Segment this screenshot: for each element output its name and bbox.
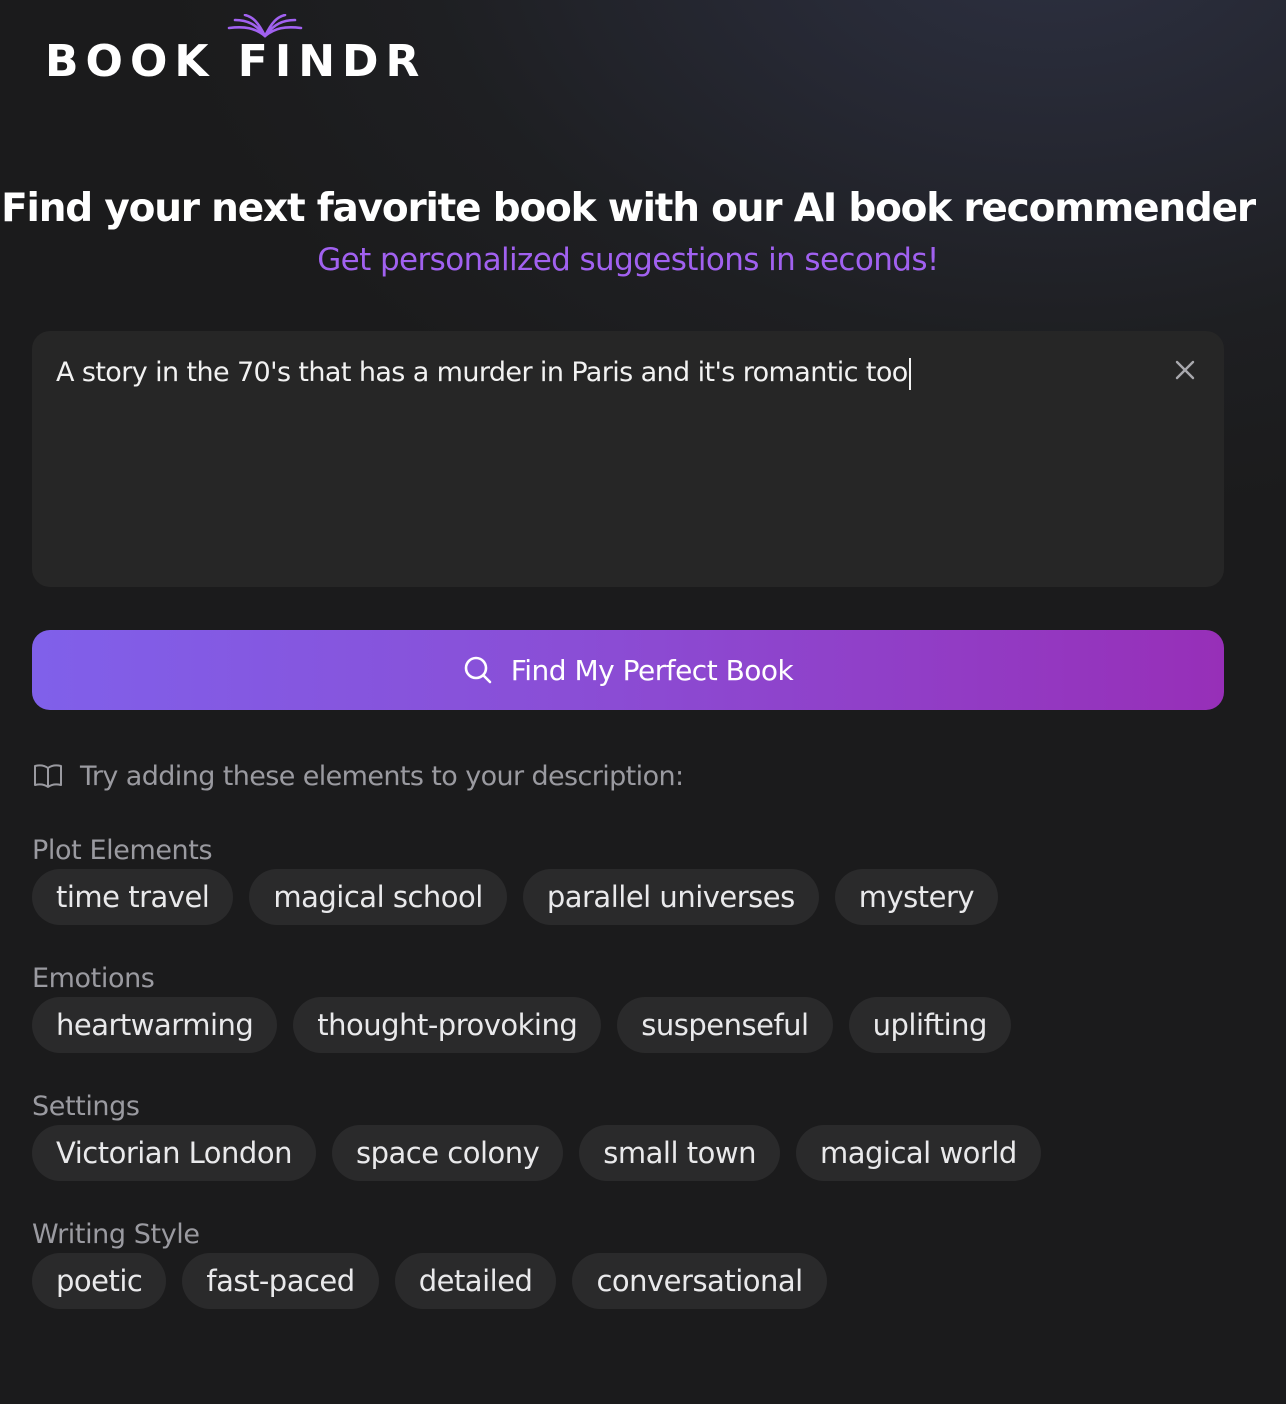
group-title: Writing Style xyxy=(32,1219,200,1250)
chip-victorian-london[interactable]: Victorian London xyxy=(32,1125,316,1181)
hint-text: Try adding these elements to your descri… xyxy=(80,760,684,792)
group-title: Emotions xyxy=(32,963,155,994)
logo[interactable]: BOOK FINDR xyxy=(45,14,426,84)
chip-mystery[interactable]: mystery xyxy=(834,869,999,925)
text-caret xyxy=(908,357,911,390)
chip-list: poetic fast-paced detailed conversationa… xyxy=(32,1253,827,1309)
page-subtitle: Get personalized suggestions in seconds! xyxy=(317,242,939,278)
open-book-icon xyxy=(227,14,303,38)
chip-magical-school[interactable]: magical school xyxy=(249,869,507,925)
chip-fast-paced[interactable]: fast-paced xyxy=(182,1253,379,1309)
chip-list: time travel magical school parallel univ… xyxy=(32,869,999,925)
chip-heartwarming[interactable]: heartwarming xyxy=(32,997,278,1053)
page-title: Find your next favorite book with our AI… xyxy=(1,186,1256,231)
group-plot-elements: Plot Elements time travel magical school… xyxy=(32,835,999,925)
chip-list: Victorian London space colony small town… xyxy=(32,1125,1041,1181)
chip-poetic[interactable]: poetic xyxy=(32,1253,167,1309)
chip-time-travel[interactable]: time travel xyxy=(32,869,234,925)
description-input-text: A story in the 70's that has a murder in… xyxy=(56,357,911,390)
chip-space-colony[interactable]: space colony xyxy=(331,1125,564,1181)
logo-text: BOOK FINDR xyxy=(45,36,427,87)
chip-uplifting[interactable]: uplifting xyxy=(848,997,1011,1053)
group-writing-style: Writing Style poetic fast-paced detailed… xyxy=(32,1219,827,1309)
group-title: Settings xyxy=(32,1091,140,1122)
chip-detailed[interactable]: detailed xyxy=(394,1253,557,1309)
chip-conversational[interactable]: conversational xyxy=(572,1253,827,1309)
find-button-label: Find My Perfect Book xyxy=(510,653,794,687)
chip-parallel-universes[interactable]: parallel universes xyxy=(522,869,819,925)
chip-magical-world[interactable]: magical world xyxy=(795,1125,1041,1181)
book-open-icon xyxy=(34,764,62,788)
chip-thought-provoking[interactable]: thought-provoking xyxy=(293,997,602,1053)
description-textarea[interactable]: A story in the 70's that has a murder in… xyxy=(32,331,1224,587)
suggestions-hint: Try adding these elements to your descri… xyxy=(32,760,684,792)
close-icon[interactable] xyxy=(1174,359,1196,381)
chip-list: heartwarming thought-provoking suspensef… xyxy=(32,997,1011,1053)
chip-small-town[interactable]: small town xyxy=(579,1125,780,1181)
group-title: Plot Elements xyxy=(32,835,213,866)
hero: Find your next favorite book with our AI… xyxy=(0,183,1256,285)
group-settings: Settings Victorian London space colony s… xyxy=(32,1091,1041,1181)
search-icon xyxy=(464,656,492,684)
group-emotions: Emotions heartwarming thought-provoking … xyxy=(32,963,1011,1053)
description-value: A story in the 70's that has a murder in… xyxy=(56,357,908,388)
chip-suspenseful[interactable]: suspenseful xyxy=(617,997,833,1053)
find-my-perfect-book-button[interactable]: Find My Perfect Book xyxy=(32,630,1224,710)
